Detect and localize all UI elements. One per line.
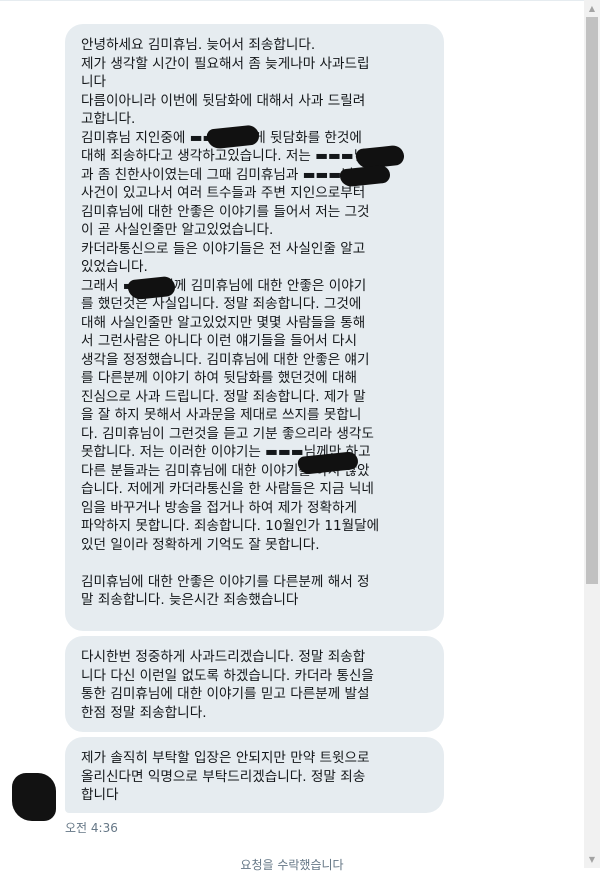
message-line: 임을 바꾸거나 방송을 접거나 하여 제가 정확하게 xyxy=(81,499,358,516)
message-line: 니다 다신 이런일 없도록 하겠습니다. 카더라 통신을 xyxy=(81,667,374,684)
message-line: 고합니다. xyxy=(81,111,136,127)
message-line: 다시한번 정중하게 사과드리겠습니다. 정말 죄송합 xyxy=(81,649,366,665)
message-line: 진심으로 사과 드립니다. 정말 죄송합니다. 제가 말 xyxy=(81,388,366,405)
message-line xyxy=(81,554,428,573)
message-line: 있었습니다. xyxy=(81,259,148,275)
message-line: 제가 생각할 시간이 필요해서 좀 늦게나마 사과드립 xyxy=(81,55,370,72)
message-line: 사건이 있고나서 여러 트수들과 주변 지인으로부터 xyxy=(81,185,366,201)
message-line: 제가 솔직히 부탁할 입장은 안되지만 만약 트윗으로 xyxy=(81,750,370,766)
message-line: 합니다 xyxy=(81,787,119,803)
message-line: 못합니다. 저는 이러한 이야기는 ▬▬▬님께만 하고 xyxy=(81,444,371,460)
message-line: 통한 김미휴님에 대한 이야기를 믿고 다른분께 발설 xyxy=(81,686,370,702)
message-line: 카더라통신으로 들은 이야기들은 전 사실인줄 알고 xyxy=(81,240,366,257)
message-line: 을 잘 하지 못해서 사과문을 제대로 쓰지를 못합니 xyxy=(81,407,362,423)
message-line: 대해 사실인줄만 알고있었지만 몇몇 사람들을 통해 xyxy=(81,314,366,331)
message-line: 한점 정말 죄송합니다. xyxy=(81,704,207,721)
message-line: 습니다. 저에게 카더라통신을 한 사람들은 지금 닉네 xyxy=(81,481,374,497)
message-line: 파악하지 못합니다. 죄송합니다. 10월인가 11월달에 xyxy=(81,518,380,534)
message-line: 있던 일이라 정확하게 기억도 잘 못합니다. xyxy=(81,536,320,553)
message-line: 를 다른분께 이야기 하여 뒷담화를 했던것에 대해 xyxy=(81,370,358,386)
request-accepted-notice: 요청을 수락했습니다 xyxy=(240,858,344,872)
message-line: 다. 김미휴님이 그런것을 듣고 기분 좋으리라 생각도 xyxy=(81,425,374,442)
message-line: 서 그런사람은 아니다 이런 얘기들을 들어서 다시 xyxy=(81,333,358,349)
message-line: 생각을 정정했습니다. 김미휴님에 대한 안좋은 얘기 xyxy=(81,351,370,368)
message-timestamp: 오전 4:36 xyxy=(65,821,118,835)
scroll-up-arrow-icon[interactable]: ▲ xyxy=(584,0,600,17)
message-bubble[interactable]: 제가 솔직히 부탁할 입장은 안되지만 만약 트윗으로올리신다면 익명으로 부탁… xyxy=(65,737,444,813)
message-line: 이 곧 사실인줄만 알고있었습니다. xyxy=(81,222,274,238)
message-line: 김미휴님에 대한 안좋은 이야기를 다른분께 해서 정 xyxy=(81,573,370,590)
scroll-down-arrow-icon[interactable]: ▼ xyxy=(584,851,600,868)
avatar[interactable] xyxy=(12,773,56,821)
message-bubble[interactable]: 안녕하세요 김미휴님. 늦어서 죄송합니다. 제가 생각할 시간이 필요해서 좀 … xyxy=(65,24,444,631)
message-bubble[interactable]: 다시한번 정중하게 사과드리겠습니다. 정말 죄송합니다 다신 이런일 없도록 … xyxy=(65,636,444,732)
message-line: 니다 xyxy=(81,74,107,90)
message-line: 를 했던것은 사실입니다. 정말 죄송합니다. 그것에 xyxy=(81,296,362,312)
message-line: 김미휴님에 대한 안좋은 이야기를 들어서 저는 그것 xyxy=(81,203,370,220)
message-line: 다름이아니라 이번에 뒷담화에 대해서 사과 드릴려 xyxy=(81,92,366,109)
message-line: 안녕하세요 김미휴님. 늦어서 죄송합니다. xyxy=(81,37,316,53)
conversation: 안녕하세요 김미휴님. 늦어서 죄송합니다. 제가 생각할 시간이 필요해서 좀 … xyxy=(0,0,584,872)
message-line: 다른 분들과는 김미휴님에 대한 이야기를 하지 않았 xyxy=(81,462,370,479)
scrollbar-thumb[interactable] xyxy=(586,17,598,584)
scrollbar[interactable]: ▲ ▼ xyxy=(584,0,600,868)
message-line: 말 죄송합니다. 늦은시간 죄송했습니다 xyxy=(81,592,299,608)
message-line: 올리신다면 익명으로 부탁드리겠습니다. 정말 죄송 xyxy=(81,768,366,785)
